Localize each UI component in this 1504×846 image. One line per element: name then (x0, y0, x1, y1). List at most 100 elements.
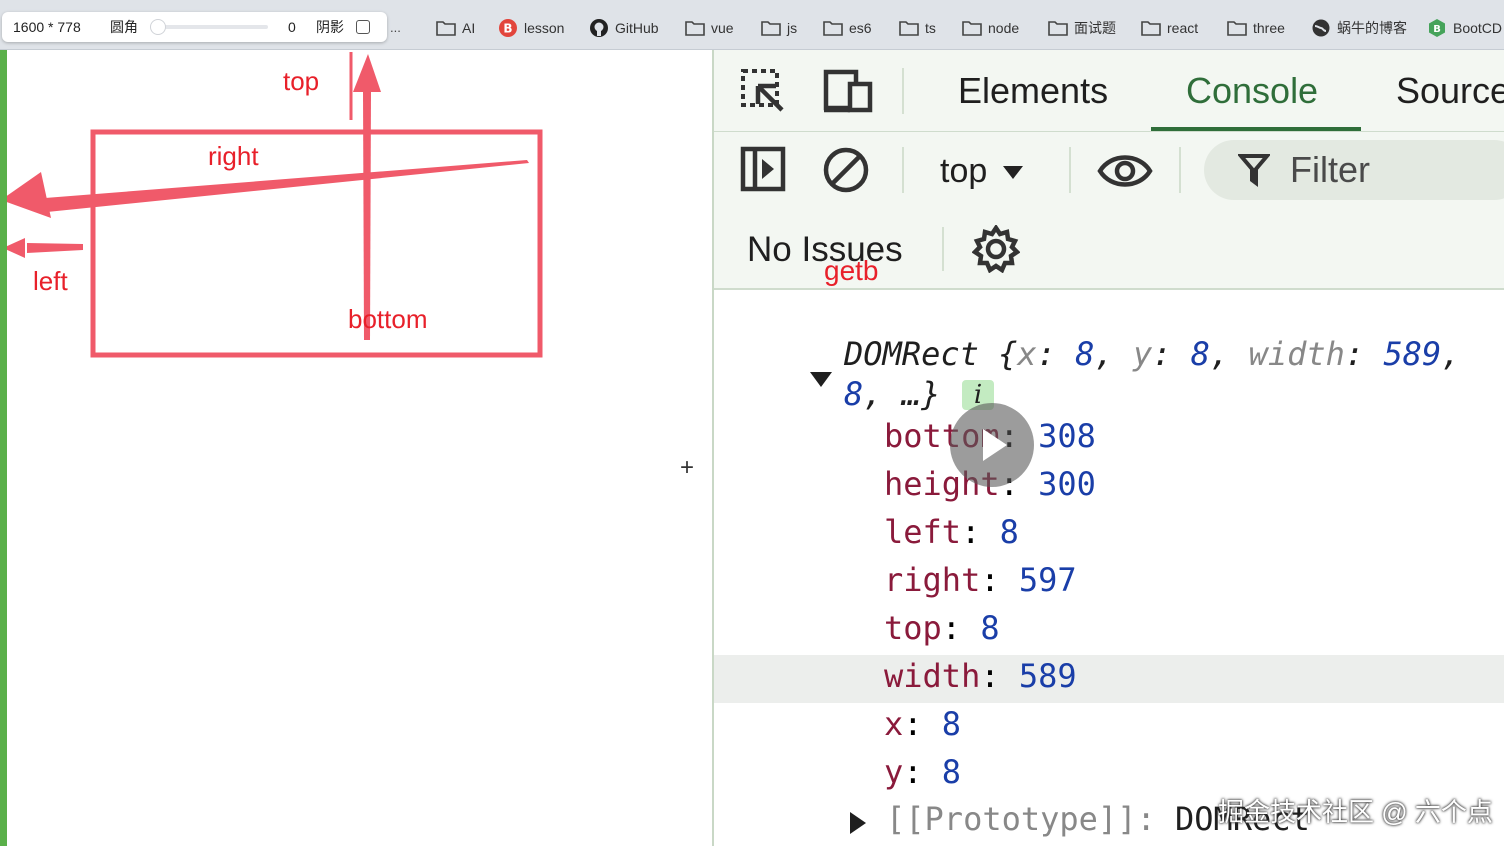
folder-icon (823, 21, 843, 36)
bookmark-github[interactable]: GitHub (589, 16, 659, 40)
device-toolbar-icon[interactable] (822, 68, 874, 114)
preview-val-height: 8 (844, 375, 864, 413)
bookmark-node[interactable]: node (962, 16, 1019, 40)
svg-text:B: B (503, 22, 512, 36)
divider (1179, 147, 1181, 193)
bottom-label: bottom (348, 304, 428, 334)
folder-icon (1048, 21, 1068, 36)
bookmark-js[interactable]: js (761, 16, 797, 40)
right-arrow-shaft (45, 160, 529, 212)
row-hover-highlight (714, 655, 1504, 703)
divider (1069, 147, 1071, 193)
bookmark-three[interactable]: three (1227, 16, 1285, 40)
property-key: y (884, 753, 904, 791)
property-key: x (884, 705, 904, 743)
bookmark-label: js (787, 20, 798, 36)
property-value: 8 (941, 753, 962, 791)
crosshair-cursor-icon: + (680, 454, 695, 481)
property-row: y: 8 (884, 753, 962, 791)
property-value: 300 (1038, 465, 1096, 503)
tab-console[interactable]: Console (1186, 70, 1318, 112)
bookmark-interview[interactable]: 面试题 (1048, 16, 1116, 40)
tab-sources[interactable]: Source (1396, 70, 1504, 112)
folder-icon (1227, 21, 1247, 36)
folder-icon (685, 21, 705, 36)
devtools-tab-bar: Elements Console Source (714, 50, 1504, 132)
preview-val-y: 8 (1190, 335, 1211, 373)
object-type: DOMRect (844, 335, 979, 373)
collapse-triangle-icon[interactable] (810, 372, 832, 387)
folder-icon (436, 21, 456, 36)
corner-radius-label: 圆角 (110, 19, 138, 35)
domrect-preview-line2: 8, …} (844, 375, 940, 413)
slider-handle[interactable] (150, 19, 166, 35)
overlay-text-getb: getb (824, 255, 879, 286)
brace-open: { (998, 335, 1018, 373)
corner-radius-value: 0 (288, 19, 296, 35)
property-value: 8 (980, 609, 1000, 647)
bookmark-ai[interactable]: AI (436, 16, 475, 40)
left-arrow-head (7, 238, 25, 258)
preview-key-y: y (1132, 335, 1153, 373)
bookmark-label: AI (462, 20, 476, 36)
video-play-button[interactable] (950, 403, 1034, 487)
bookmark-ts[interactable]: ts (899, 16, 936, 40)
property-value: 597 (1018, 561, 1077, 599)
bookmark-vue[interactable]: vue (685, 16, 734, 40)
folder-icon (761, 21, 781, 36)
svg-text:B: B (1433, 24, 1441, 35)
js-context-value: top (940, 152, 988, 190)
bookmarks-overflow[interactable]: ... (390, 20, 401, 35)
bookmark-lesson[interactable]: B lesson (498, 16, 564, 40)
domrect-preview[interactable]: DOMRect {x: 8, y: 8, width: 589, (844, 335, 1461, 373)
property-key: right (884, 561, 981, 599)
preview-val-x: 8 (1075, 335, 1095, 373)
bookmark-react[interactable]: react (1141, 16, 1198, 40)
dropdown-arrow-icon (1003, 165, 1024, 179)
live-expression-eye-icon[interactable] (1097, 151, 1153, 191)
property-row: top: 8 (884, 609, 1000, 647)
bookmark-label: ts (925, 20, 936, 36)
js-context-select[interactable]: top (940, 152, 1025, 191)
page-viewport: top right left bottom + (7, 50, 712, 846)
bookmark-label: react (1167, 20, 1199, 36)
filter-placeholder: Filter (1290, 149, 1370, 190)
left-arrow-shaft (27, 243, 83, 253)
property-row: x: 8 (884, 705, 962, 743)
property-key: top (884, 609, 942, 647)
watermark: 掘金技术社区 @ 六个点 (1218, 797, 1493, 827)
globe-icon (1312, 19, 1330, 37)
preview-key-x: x (1017, 335, 1037, 373)
sidebar-toggle-icon[interactable] (740, 146, 786, 192)
property-row: width: 589 (884, 657, 1077, 695)
property-key: left (884, 513, 962, 551)
divider (942, 227, 944, 271)
divider (902, 68, 904, 114)
filter-funnel-icon (1238, 154, 1270, 187)
property-value: 308 (1038, 417, 1096, 455)
right-label: right (208, 141, 259, 171)
inspect-element-icon[interactable] (740, 68, 786, 114)
console-filter-input[interactable]: Filter (1204, 140, 1504, 200)
folder-icon (962, 21, 982, 36)
property-key: width (884, 657, 981, 695)
screenshot-settings-popup: 1600 * 778 圆角 0 阴影 (2, 12, 387, 42)
bookmark-label: three (1253, 20, 1285, 36)
lesson-icon: B (499, 19, 517, 37)
property-value: 8 (941, 705, 962, 743)
console-settings-gear-icon[interactable] (972, 225, 1020, 273)
bookmark-label: lesson (524, 20, 565, 36)
corner-radius-slider[interactable] (152, 25, 268, 29)
right-arrow-head (7, 172, 51, 218)
bookmark-snail-blog[interactable]: 蜗牛的博客 (1311, 16, 1407, 40)
capture-size: 1600 * 778 (13, 19, 81, 35)
top-arrow-head (353, 54, 381, 92)
bookmarks-bar: 1600 * 778 圆角 0 阴影 ... AI B lesson GitHu… (0, 0, 1504, 50)
shadow-label: 阴影 (316, 19, 344, 35)
bookmark-bootcdn[interactable]: B BootCD (1427, 16, 1502, 40)
tab-elements[interactable]: Elements (958, 70, 1108, 112)
clear-console-icon[interactable] (822, 146, 870, 194)
bookmark-es6[interactable]: es6 (823, 16, 872, 40)
expand-triangle-icon[interactable] (850, 812, 866, 834)
shadow-checkbox[interactable] (356, 20, 370, 34)
